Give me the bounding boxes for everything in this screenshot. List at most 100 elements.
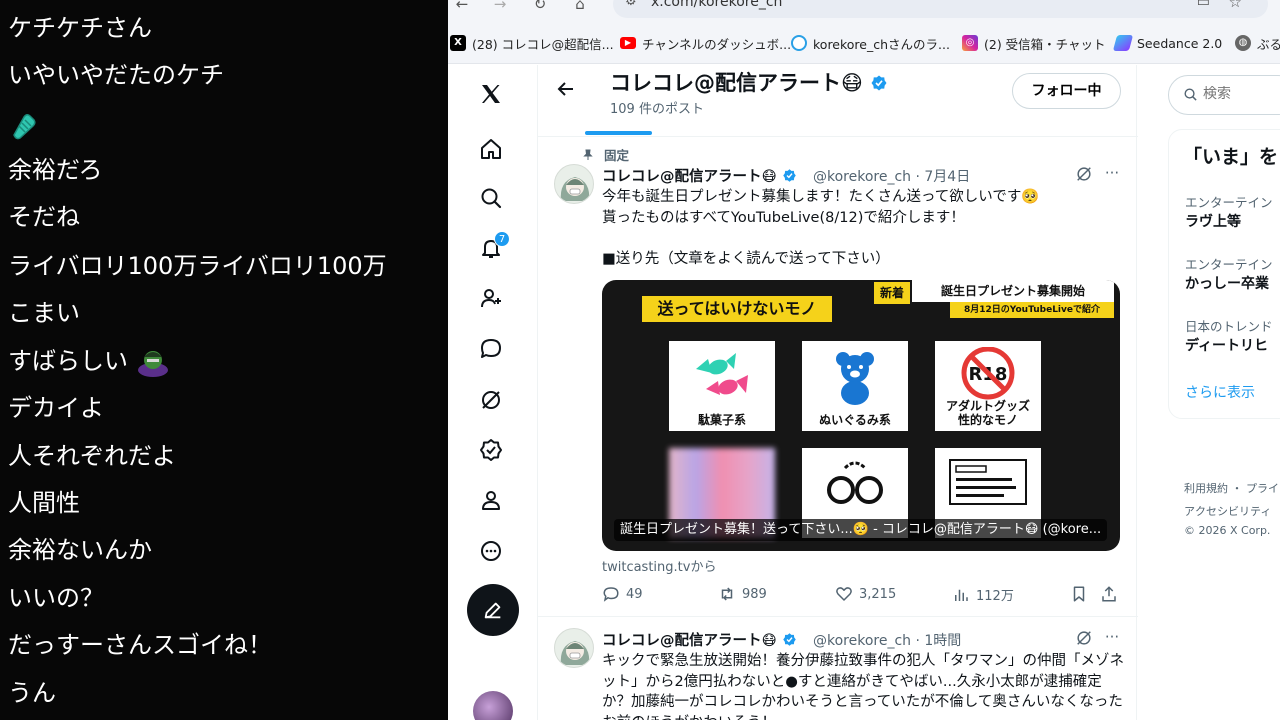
tweet-actions: 49 989 3,215 112万 <box>602 585 1122 605</box>
more-options-icon[interactable]: ··· <box>1102 164 1122 184</box>
instagram-icon: ◎ <box>962 35 978 51</box>
trend-item[interactable]: ディートリヒ <box>1185 335 1268 355</box>
card-title: 誕生日プレゼント募集開始 <box>912 280 1114 302</box>
card-date: 8月12日のYouTubeLiveで紹介 <box>950 302 1114 318</box>
trend-category: エンターテイン <box>1185 195 1273 210</box>
reload-icon[interactable]: ↻ <box>530 0 550 14</box>
chat-message <box>8 107 40 141</box>
bookmark-star-icon[interactable]: ☆ <box>1229 0 1242 11</box>
trends-title: 「いま」を <box>1183 146 1279 168</box>
browser-window: ← → ↻ ⌂ ⚙ x.com/korekore_ch ▭ ☆ X (28) コ… <box>448 0 1280 720</box>
verified-badge-icon[interactable] <box>476 435 506 465</box>
character-emoji-icon <box>137 351 168 377</box>
trend-item[interactable]: かっしー卒業 <box>1185 273 1269 293</box>
repost-icon <box>721 587 733 601</box>
card-caption: 誕生日プレゼント募集！送って下さい...🥺 - コレコレ@配信アラート😷 (@k… <box>614 519 1108 541</box>
browser-toolbar: ← → ↻ ⌂ ⚙ x.com/korekore_ch ▭ ☆ <box>448 0 1280 22</box>
compose-post-button[interactable] <box>467 584 519 636</box>
more-options-icon[interactable]: ··· <box>1102 628 1122 648</box>
bookmark-instagram[interactable]: ◎ (2) 受信箱・チャット <box>962 34 1106 52</box>
divider <box>538 616 1138 617</box>
tweet-avatar[interactable] <box>554 164 594 204</box>
following-button[interactable]: フォロー中 <box>1012 73 1121 109</box>
bookmark-youtube[interactable]: ▶ チャンネルのダッシュボ... <box>620 34 791 52</box>
chat-message: いいの？ <box>8 584 104 612</box>
bookmark-globe[interactable]: ◍ ぶる <box>1235 34 1280 52</box>
chat-message: こまい <box>8 299 80 327</box>
install-icon[interactable]: ▭ <box>1197 0 1210 10</box>
like-button[interactable]: 3,215 <box>835 585 896 603</box>
grok-icon[interactable] <box>1074 629 1094 649</box>
bookmark-icon[interactable] <box>1070 585 1088 603</box>
chat-message: 余裕だろ <box>8 156 103 184</box>
verified-check-icon <box>782 169 796 182</box>
id-card-icon <box>949 459 1027 505</box>
search-input[interactable] <box>1203 86 1280 102</box>
footer-terms-link[interactable]: 利用規約 ・ プライ <box>1184 480 1279 496</box>
grok-icon[interactable] <box>1074 165 1094 185</box>
home-icon[interactable] <box>476 134 506 164</box>
explore-search-icon[interactable] <box>476 183 506 213</box>
bookmark-x[interactable]: X (28) コレコレ@超配信... <box>450 34 614 52</box>
tweet-author-name[interactable]: コレコレ@配信アラート😷 <box>602 165 797 186</box>
views-button[interactable]: 112万 <box>952 585 1014 604</box>
address-bar[interactable]: ⚙ x.com/korekore_ch ▭ ☆ <box>613 0 1268 18</box>
bookmarks-bar: X (28) コレコレ@超配信... ▶ チャンネルのダッシュボ... kore… <box>448 22 1280 64</box>
reply-icon <box>603 587 619 602</box>
tweet-avatar[interactable] <box>554 628 594 668</box>
repost-button[interactable]: 989 <box>718 585 767 603</box>
no-r18-icon: R18 <box>961 347 1015 400</box>
footer-accessibility-link[interactable]: アクセシビリティ <box>1184 503 1271 519</box>
forward-icon[interactable]: → <box>490 0 510 14</box>
profile-person-icon[interactable] <box>476 485 506 515</box>
grok-icon[interactable] <box>476 385 506 415</box>
account-avatar[interactable] <box>473 691 513 720</box>
footer-copyright: © 2026 X Corp. <box>1184 524 1271 537</box>
twitcasting-icon <box>791 35 807 51</box>
show-more-link[interactable]: さらに表示 <box>1185 382 1255 402</box>
trend-category: エンターテイン <box>1185 257 1273 272</box>
x-icon: X <box>450 35 466 51</box>
x-logo-icon[interactable] <box>476 79 506 109</box>
card-new-label: 新着 <box>874 282 910 304</box>
more-circle-icon[interactable] <box>476 536 506 566</box>
home-icon[interactable]: ⌂ <box>570 0 590 14</box>
chat-message: だっすーさんスゴイね！ <box>8 631 272 659</box>
chat-message: ライバロリ100万ライバロリ100万 <box>8 252 387 280</box>
trend-item[interactable]: ラヴ上等 <box>1185 211 1241 231</box>
bookmark-seedance[interactable]: Seedance 2.0 <box>1112 34 1222 52</box>
hand-emoji-icon <box>13 113 36 140</box>
back-arrow-icon[interactable] <box>556 79 576 99</box>
reply-button[interactable]: 49 <box>602 585 643 603</box>
candy-icon <box>696 353 748 395</box>
card-source[interactable]: twitcasting.tvから <box>602 556 716 575</box>
tweet-handle-time[interactable]: @korekore_ch · 7月4日 <box>813 166 970 186</box>
bookmark-twitcasting[interactable]: korekore_chさんのラ... <box>791 34 950 52</box>
chat-message: そだね <box>8 203 80 231</box>
chat-message: 余裕ないんか <box>8 536 152 564</box>
chat-message: ケチケチさん <box>8 14 152 42</box>
verified-check-icon <box>871 75 887 91</box>
link-card[interactable]: 送ってはいけないモノ 新着 誕生日プレゼント募集開始 8月12日のYouTube… <box>602 280 1120 551</box>
address-url: x.com/korekore_ch <box>651 0 783 10</box>
site-info-icon[interactable]: ⚙ <box>625 0 637 9</box>
search-box[interactable] <box>1168 75 1280 115</box>
right-sidebar: 「いま」を エンターテイン ラヴ上等 エンターテイン かっしー卒業 日本のトレン… <box>1168 65 1280 720</box>
share-icon[interactable] <box>1100 585 1118 603</box>
chat-message: 人間性 <box>8 489 80 517</box>
chat-message: デカイよ <box>8 394 104 422</box>
handcuffs-icon <box>827 461 883 504</box>
tweet-author-name[interactable]: コレコレ@配信アラート😷 <box>602 629 797 650</box>
avatar-character-icon <box>560 177 590 201</box>
profile-header: コレコレ@配信アラート😷 109 件のポスト フォロー中 <box>538 65 1138 137</box>
verified-check-icon <box>782 633 796 646</box>
messages-chat-icon[interactable] <box>476 334 506 364</box>
tweet-text: 今年も誕生日プレゼント募集します！たくさん送って欲しいです🥺 貰ったものはすべて… <box>602 189 1040 267</box>
tile-label: アダルトグッズ 性的なモノ <box>945 399 1030 427</box>
tweet-handle-time[interactable]: @korekore_ch · 1時間 <box>813 630 961 650</box>
back-icon[interactable]: ← <box>452 0 472 14</box>
pinned-label: 固定 <box>582 145 629 164</box>
chat-message: すばらしい <box>8 344 170 378</box>
heart-icon <box>836 587 852 601</box>
follow-person-add-icon[interactable] <box>476 283 506 313</box>
